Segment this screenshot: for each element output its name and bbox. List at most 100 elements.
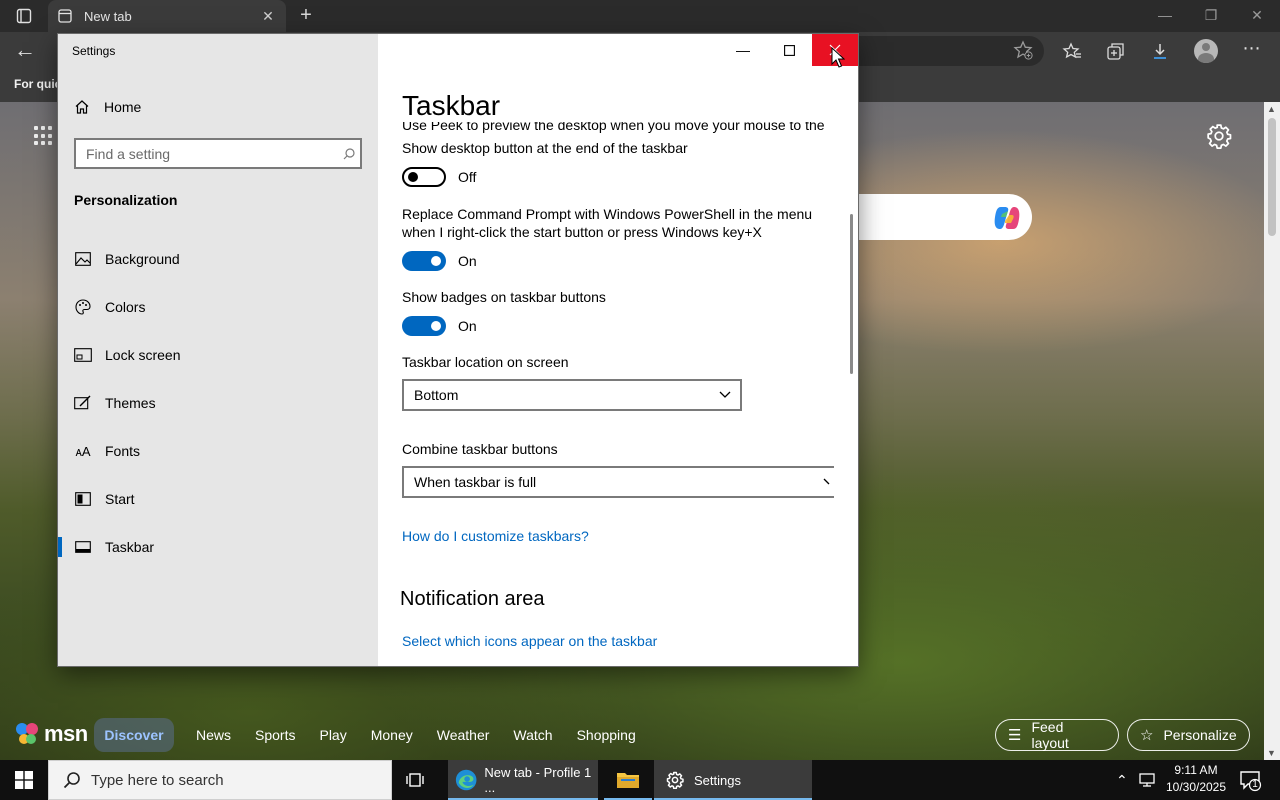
msn-nav-news[interactable]: News <box>196 727 231 743</box>
msn-nav-sports[interactable]: Sports <box>255 727 295 743</box>
taskbar-location-dropdown[interactable]: Bottom <box>402 379 742 411</box>
partially-scrolled-text: Use Peek to preview the desktop when you… <box>402 122 825 133</box>
settings-gear-icon <box>666 771 684 789</box>
scroll-up-arrow-icon[interactable]: ▲ <box>1267 104 1276 114</box>
badges-state: On <box>458 318 477 334</box>
msn-nav: News Sports Play Money Weather Watch Sho… <box>196 718 660 752</box>
taskbar-app-edge[interactable]: New tab - Profile 1 ... <box>448 760 598 800</box>
sidebar-item-start[interactable]: Start <box>58 479 378 519</box>
sidebar-item-fonts[interactable]: ᴀA Fonts <box>58 431 378 471</box>
sidebar-item-label: Fonts <box>105 443 141 459</box>
more-options-icon[interactable]: ⋯ <box>1240 38 1264 62</box>
clock-time: 9:11 AM <box>1174 763 1218 777</box>
chevron-down-icon <box>719 391 731 398</box>
sidebar-item-taskbar[interactable]: Taskbar <box>58 527 378 567</box>
browser-minimize-button[interactable]: — <box>1142 0 1188 30</box>
settings-minimize-button[interactable]: — <box>720 34 766 66</box>
taskbar-app-file-explorer[interactable] <box>604 760 652 800</box>
msn-butterfly-icon <box>16 723 38 744</box>
sidebar-item-themes[interactable]: Themes <box>58 383 378 423</box>
taskbar-icon <box>75 541 91 553</box>
show-hidden-icons-chevron-icon[interactable]: ⌃ <box>1116 772 1128 789</box>
page-settings-gear-icon[interactable] <box>1206 123 1232 149</box>
taskbar-search-box[interactable]: Type here to search <box>48 760 392 800</box>
sidebar-section-heading: Personalization <box>74 192 178 208</box>
copilot-icon[interactable] <box>992 203 1022 233</box>
chevron-down-icon <box>823 478 830 485</box>
notification-center-icon[interactable]: 1 <box>1238 768 1262 792</box>
badges-toggle[interactable] <box>402 316 446 336</box>
scroll-thumb[interactable] <box>1268 118 1276 236</box>
taskbar-app-settings[interactable]: Settings <box>654 760 812 800</box>
select-icons-link[interactable]: Select which icons appear on the taskbar <box>402 633 657 649</box>
msn-nav-shopping[interactable]: Shopping <box>577 727 636 743</box>
msn-nav-money[interactable]: Money <box>371 727 413 743</box>
find-setting-input[interactable] <box>76 140 338 167</box>
settings-content: Taskbar Use Peek to preview the desktop … <box>378 34 858 666</box>
folder-icon <box>617 773 639 788</box>
sidebar-home[interactable]: Home <box>74 96 141 118</box>
favorites-icon[interactable] <box>1060 39 1084 63</box>
add-favorite-icon[interactable] <box>1012 39 1036 63</box>
msn-nav-weather[interactable]: Weather <box>437 727 490 743</box>
themes-icon <box>74 395 91 410</box>
system-tray: ⌃ <box>1116 760 1156 800</box>
apps-grid-icon[interactable] <box>34 126 54 146</box>
msn-nav-watch[interactable]: Watch <box>513 727 552 743</box>
scroll-down-arrow-icon[interactable]: ▼ <box>1267 748 1276 758</box>
settings-sidebar: Settings Home Personalization Background… <box>58 34 378 666</box>
profile-avatar[interactable] <box>1194 39 1218 63</box>
taskbar-search-placeholder: Type here to search <box>91 771 224 789</box>
tab-actions-button[interactable] <box>8 5 40 27</box>
notification-area-heading: Notification area <box>400 588 545 610</box>
browser-tab-bar: New tab ✕ + — ❐ ✕ <box>0 0 1280 32</box>
combine-buttons-dropdown[interactable]: When taskbar is full <box>402 466 834 498</box>
customize-taskbars-link[interactable]: How do I customize taskbars? <box>402 528 589 544</box>
feed-layout-label: Feed layout <box>1031 719 1069 751</box>
browser-restore-button[interactable]: ❐ <box>1188 0 1234 30</box>
new-tab-button[interactable]: + <box>294 4 318 28</box>
tab-close-icon[interactable]: ✕ <box>260 8 276 25</box>
sidebar-item-lock-screen[interactable]: Lock screen <box>58 335 378 375</box>
feed-layout-button[interactable]: ☰ Feed layout <box>995 719 1119 751</box>
msn-logo[interactable]: msn <box>14 720 88 748</box>
personalize-button[interactable]: ☆ Personalize <box>1127 719 1250 751</box>
find-setting-box[interactable] <box>74 138 362 169</box>
powershell-label: Replace Command Prompt with Windows Powe… <box>402 206 813 240</box>
show-desktop-label: Show desktop button at the end of the ta… <box>402 140 688 156</box>
collections-icon[interactable] <box>1104 39 1128 63</box>
powershell-toggle[interactable] <box>402 251 446 271</box>
back-arrow-icon[interactable]: ← <box>14 38 42 64</box>
task-view-icon <box>406 773 424 787</box>
sidebar-home-label: Home <box>104 99 142 115</box>
windows-logo-icon <box>15 771 33 789</box>
taskbar-location-label: Taskbar location on screen <box>402 354 569 370</box>
settings-window: Settings Home Personalization Background… <box>58 34 858 666</box>
tab-actions-icon <box>16 8 32 24</box>
lock-screen-icon <box>74 348 92 362</box>
downloads-icon[interactable] <box>1148 39 1172 63</box>
msn-nav-discover[interactable]: Discover <box>94 718 174 752</box>
browser-close-button[interactable]: ✕ <box>1234 0 1280 30</box>
task-view-button[interactable] <box>400 760 432 800</box>
taskbar-location-value: Bottom <box>414 387 459 403</box>
taskbar-clock[interactable]: 9:11 AM 10/30/2025 <box>1160 762 1232 796</box>
browser-window-controls: — ❐ ✕ <box>1142 0 1280 30</box>
sidebar-item-label: Lock screen <box>105 347 181 363</box>
settings-scroll-indicator[interactable] <box>850 214 853 374</box>
fonts-icon: ᴀA <box>75 443 91 459</box>
network-icon[interactable] <box>1138 772 1156 788</box>
msn-nav-play[interactable]: Play <box>319 727 346 743</box>
clock-date: 10/30/2025 <box>1165 780 1227 794</box>
taskbar-edge-label: New tab - Profile 1 ... <box>484 765 592 795</box>
combine-buttons-label: Combine taskbar buttons <box>402 441 558 457</box>
sidebar-item-background[interactable]: Background <box>58 239 378 279</box>
sparkle-icon: ☆ <box>1140 727 1154 744</box>
sidebar-item-colors[interactable]: Colors <box>58 287 378 327</box>
notification-count: 1 <box>1252 779 1258 790</box>
show-desktop-toggle[interactable] <box>402 167 446 187</box>
page-scrollbar[interactable]: ▲ ▼ <box>1264 102 1280 760</box>
browser-tab[interactable]: New tab ✕ <box>48 0 286 32</box>
settings-maximize-button[interactable] <box>766 34 812 66</box>
start-button[interactable] <box>0 760 48 800</box>
